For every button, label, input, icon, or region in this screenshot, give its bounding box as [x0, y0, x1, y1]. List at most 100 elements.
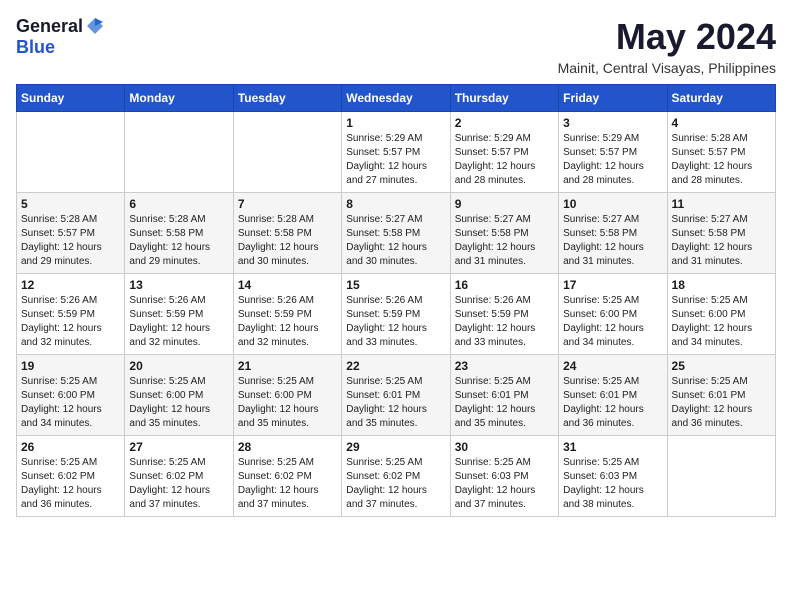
calendar-cell-w4-d4: 30 Sunrise: 5:25 AMSunset: 6:03 PMDayligh… — [450, 436, 558, 517]
calendar-header: SundayMondayTuesdayWednesdayThursdayFrid… — [17, 85, 776, 112]
calendar-cell-w1-d3: 8 Sunrise: 5:27 AMSunset: 5:58 PMDaylight… — [342, 193, 450, 274]
day-number: 12 — [21, 278, 120, 292]
calendar-cell-w2-d1: 13 Sunrise: 5:26 AMSunset: 5:59 PMDayligh… — [125, 274, 233, 355]
calendar-cell-w3-d4: 23 Sunrise: 5:25 AMSunset: 6:01 PMDayligh… — [450, 355, 558, 436]
calendar-cell-w1-d1: 6 Sunrise: 5:28 AMSunset: 5:58 PMDaylight… — [125, 193, 233, 274]
day-info: Sunrise: 5:26 AMSunset: 5:59 PMDaylight:… — [129, 294, 228, 350]
calendar-cell-w3-d0: 19 Sunrise: 5:25 AMSunset: 6:00 PMDayligh… — [17, 355, 125, 436]
day-number: 31 — [563, 440, 662, 454]
month-title: May 2024 — [558, 16, 776, 58]
logo-icon — [85, 16, 105, 36]
calendar-cell-w2-d4: 16Sunrise: 5:26 AMSunset: 5:59 PMDayligh… — [450, 274, 558, 355]
calendar-cell-w0-d3: 1 Sunrise: 5:29 AMSunset: 5:57 PMDaylight… — [342, 112, 450, 193]
day-info: Sunrise: 5:25 AMSunset: 6:02 PMDaylight:… — [238, 456, 337, 512]
weekday-header-wednesday: Wednesday — [342, 85, 450, 112]
logo-general: General — [16, 16, 83, 37]
calendar-cell-w2-d6: 18Sunrise: 5:25 AMSunset: 6:00 PMDayligh… — [667, 274, 775, 355]
logo: General Blue — [16, 16, 105, 58]
calendar-cell-w3-d5: 24Sunrise: 5:25 AMSunset: 6:01 PMDayligh… — [559, 355, 667, 436]
weekday-header-monday: Monday — [125, 85, 233, 112]
day-number: 5 — [21, 197, 120, 211]
day-info: Sunrise: 5:25 AMSunset: 6:03 PMDaylight:… — [455, 456, 554, 512]
calendar-cell-w1-d5: 10Sunrise: 5:27 AMSunset: 5:58 PMDayligh… — [559, 193, 667, 274]
calendar-cell-w1-d0: 5 Sunrise: 5:28 AMSunset: 5:57 PMDaylight… — [17, 193, 125, 274]
calendar-cell-w1-d4: 9 Sunrise: 5:27 AMSunset: 5:58 PMDaylight… — [450, 193, 558, 274]
day-number: 18 — [672, 278, 771, 292]
day-info: Sunrise: 5:29 AMSunset: 5:57 PMDaylight:… — [563, 132, 662, 188]
day-info: Sunrise: 5:25 AMSunset: 6:02 PMDaylight:… — [129, 456, 228, 512]
day-number: 11 — [672, 197, 771, 211]
calendar-cell-w1-d2: 7 Sunrise: 5:28 AMSunset: 5:58 PMDaylight… — [233, 193, 341, 274]
weekday-header-saturday: Saturday — [667, 85, 775, 112]
calendar-cell-w3-d2: 21 Sunrise: 5:25 AMSunset: 6:00 PMDayligh… — [233, 355, 341, 436]
calendar-cell-w2-d5: 17 Sunrise: 5:25 AMSunset: 6:00 PMDayligh… — [559, 274, 667, 355]
day-number: 30 — [455, 440, 554, 454]
day-number: 21 — [238, 359, 337, 373]
day-info: Sunrise: 5:25 AMSunset: 6:01 PMDaylight:… — [455, 375, 554, 431]
calendar-cell-w4-d3: 29 Sunrise: 5:25 AMSunset: 6:02 PMDayligh… — [342, 436, 450, 517]
day-number: 27 — [129, 440, 228, 454]
calendar-cell-w2-d0: 12 Sunrise: 5:26 AMSunset: 5:59 PMDayligh… — [17, 274, 125, 355]
day-info: Sunrise: 5:25 AMSunset: 6:00 PMDaylight:… — [21, 375, 120, 431]
day-number: 10 — [563, 197, 662, 211]
day-number: 28 — [238, 440, 337, 454]
day-info: Sunrise: 5:25 AMSunset: 6:01 PMDaylight:… — [672, 375, 771, 431]
day-number: 6 — [129, 197, 228, 211]
day-number: 9 — [455, 197, 554, 211]
day-number: 26 — [21, 440, 120, 454]
calendar-cell-w4-d5: 31 Sunrise: 5:25 AMSunset: 6:03 PMDayligh… — [559, 436, 667, 517]
day-number: 20 — [129, 359, 228, 373]
day-number: 24 — [563, 359, 662, 373]
day-number: 3 — [563, 116, 662, 130]
day-info: Sunrise: 5:27 AMSunset: 5:58 PMDaylight:… — [672, 213, 771, 269]
day-info: Sunrise: 5:25 AMSunset: 6:00 PMDaylight:… — [129, 375, 228, 431]
day-number: 7 — [238, 197, 337, 211]
calendar-cell-w3-d6: 25 Sunrise: 5:25 AMSunset: 6:01 PMDayligh… — [667, 355, 775, 436]
calendar-cell-w4-d1: 27 Sunrise: 5:25 AMSunset: 6:02 PMDayligh… — [125, 436, 233, 517]
calendar-cell-w0-d0 — [17, 112, 125, 193]
day-info: Sunrise: 5:25 AMSunset: 6:02 PMDaylight:… — [21, 456, 120, 512]
day-info: Sunrise: 5:28 AMSunset: 5:58 PMDaylight:… — [129, 213, 228, 269]
calendar-cell-w0-d5: 3 Sunrise: 5:29 AMSunset: 5:57 PMDaylight… — [559, 112, 667, 193]
calendar-cell-w3-d1: 20 Sunrise: 5:25 AMSunset: 6:00 PMDayligh… — [125, 355, 233, 436]
day-info: Sunrise: 5:25 AMSunset: 6:00 PMDaylight:… — [238, 375, 337, 431]
day-number: 1 — [346, 116, 445, 130]
calendar-cell-w1-d6: 11 Sunrise: 5:27 AMSunset: 5:58 PMDayligh… — [667, 193, 775, 274]
calendar-cell-w0-d6: 4 Sunrise: 5:28 AMSunset: 5:57 PMDaylight… — [667, 112, 775, 193]
day-number: 14 — [238, 278, 337, 292]
day-number: 25 — [672, 359, 771, 373]
calendar-cell-w0-d1 — [125, 112, 233, 193]
day-info: Sunrise: 5:28 AMSunset: 5:57 PMDaylight:… — [672, 132, 771, 188]
day-info: Sunrise: 5:28 AMSunset: 5:58 PMDaylight:… — [238, 213, 337, 269]
day-info: Sunrise: 5:25 AMSunset: 6:01 PMDaylight:… — [346, 375, 445, 431]
day-number: 13 — [129, 278, 228, 292]
day-info: Sunrise: 5:25 AMSunset: 6:02 PMDaylight:… — [346, 456, 445, 512]
day-number: 2 — [455, 116, 554, 130]
page-header: General Blue May 2024 Mainit, Central Vi… — [16, 16, 776, 76]
day-info: Sunrise: 5:27 AMSunset: 5:58 PMDaylight:… — [346, 213, 445, 269]
day-number: 29 — [346, 440, 445, 454]
day-number: 19 — [21, 359, 120, 373]
day-info: Sunrise: 5:29 AMSunset: 5:57 PMDaylight:… — [346, 132, 445, 188]
calendar-table: SundayMondayTuesdayWednesdayThursdayFrid… — [16, 84, 776, 517]
day-number: 4 — [672, 116, 771, 130]
day-info: Sunrise: 5:25 AMSunset: 6:00 PMDaylight:… — [563, 294, 662, 350]
title-block: May 2024 Mainit, Central Visayas, Philip… — [558, 16, 776, 76]
logo-blue: Blue — [16, 37, 55, 57]
calendar-cell-w4-d0: 26 Sunrise: 5:25 AMSunset: 6:02 PMDayligh… — [17, 436, 125, 517]
calendar-cell-w2-d3: 15Sunrise: 5:26 AMSunset: 5:59 PMDayligh… — [342, 274, 450, 355]
day-info: Sunrise: 5:27 AMSunset: 5:58 PMDaylight:… — [455, 213, 554, 269]
calendar-cell-w3-d3: 22 Sunrise: 5:25 AMSunset: 6:01 PMDayligh… — [342, 355, 450, 436]
day-number: 22 — [346, 359, 445, 373]
day-info: Sunrise: 5:26 AMSunset: 5:59 PMDaylight:… — [238, 294, 337, 350]
calendar-body: 1 Sunrise: 5:29 AMSunset: 5:57 PMDaylight… — [17, 112, 776, 517]
day-number: 23 — [455, 359, 554, 373]
calendar-cell-w0-d2 — [233, 112, 341, 193]
location-title: Mainit, Central Visayas, Philippines — [558, 60, 776, 76]
day-info: Sunrise: 5:29 AMSunset: 5:57 PMDaylight:… — [455, 132, 554, 188]
day-number: 17 — [563, 278, 662, 292]
day-info: Sunrise: 5:25 AMSunset: 6:03 PMDaylight:… — [563, 456, 662, 512]
day-number: 8 — [346, 197, 445, 211]
day-info: Sunrise: 5:28 AMSunset: 5:57 PMDaylight:… — [21, 213, 120, 269]
day-info: Sunrise: 5:26 AMSunset: 5:59 PMDaylight:… — [21, 294, 120, 350]
